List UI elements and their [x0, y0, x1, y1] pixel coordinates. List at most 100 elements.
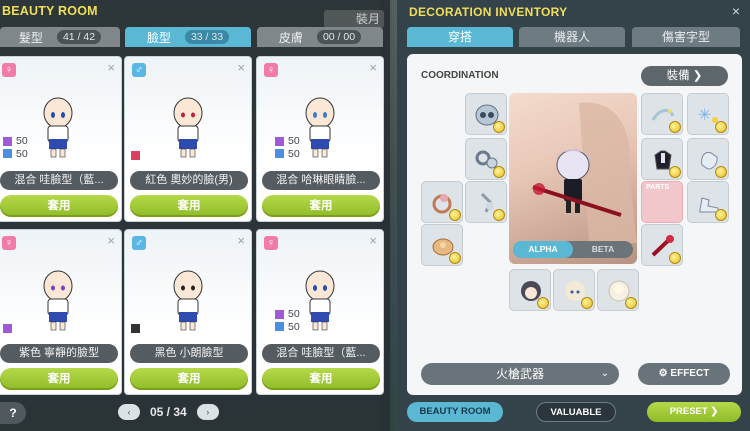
- female-icon: ♀: [2, 236, 16, 250]
- stat-values: 50 50: [275, 135, 300, 160]
- tab-outfit[interactable]: 穿搭: [407, 27, 513, 47]
- beta-option[interactable]: BETA: [573, 241, 633, 258]
- coin-icon: [537, 297, 549, 309]
- face-card[interactable]: ♀ × 50 50 混合 哈琳眼睛臉... 套用: [256, 56, 384, 222]
- slot-eye-accessory[interactable]: [465, 138, 507, 180]
- decoration-inventory-panel: DECORATION INVENTORY × 穿搭 機器人 傷害字型 COORD…: [397, 0, 750, 431]
- character-sprite: [173, 270, 203, 331]
- coin-icon: [625, 297, 637, 309]
- tab-label: 皮膚: [278, 30, 303, 45]
- coin-icon: [493, 121, 505, 133]
- slot-hair[interactable]: [509, 269, 551, 311]
- apply-button[interactable]: 套用: [130, 195, 248, 217]
- coordination-area: COORDINATION 裝備 ❯ ALPHA BETA ✳ PARTS 火槍武…: [407, 54, 742, 395]
- coin-icon: [449, 209, 461, 221]
- female-icon: ♀: [264, 63, 278, 77]
- tab-count: 33 / 33: [184, 30, 230, 44]
- female-icon: ♀: [2, 63, 16, 77]
- svg-text:✳: ✳: [698, 107, 711, 124]
- apply-button[interactable]: 套用: [130, 368, 248, 390]
- female-icon: ♀: [264, 236, 278, 250]
- color-chip: [3, 324, 12, 333]
- close-icon[interactable]: ×: [237, 233, 245, 248]
- alpha-option[interactable]: ALPHA: [513, 241, 573, 258]
- tab-label: 臉型: [146, 30, 171, 45]
- character-sprite: [305, 97, 335, 158]
- tab-skin[interactable]: 皮膚 00 / 00: [257, 27, 383, 47]
- coin-icon: [669, 121, 681, 133]
- tab-count: 00 / 00: [316, 30, 362, 44]
- panel-title: DECORATION INVENTORY: [409, 5, 568, 19]
- coin-icon: [669, 166, 681, 178]
- beauty-room-button[interactable]: BEAUTY ROOM: [407, 402, 503, 422]
- face-card[interactable]: ♀ × 50 50 混合 哇臉型（藍... 套用: [256, 229, 384, 395]
- coin-icon: [493, 166, 505, 178]
- valuable-button[interactable]: VALUABLE: [536, 402, 616, 422]
- equip-button[interactable]: 裝備 ❯: [641, 66, 728, 86]
- close-icon[interactable]: ×: [369, 60, 377, 75]
- coin-icon: [669, 252, 681, 264]
- coin-icon: [493, 209, 505, 221]
- slot-label: PARTS: [646, 184, 670, 191]
- apply-button[interactable]: 套用: [262, 368, 380, 390]
- close-icon[interactable]: ×: [732, 3, 740, 19]
- ghost-window-label: 裝月: [324, 10, 384, 28]
- page-indicator: 05 / 34: [150, 405, 187, 419]
- slot-skin[interactable]: [597, 269, 639, 311]
- beauty-room-panel: BEAUTY ROOM 裝月 髮型 41 / 42 臉型 33 / 33 皮膚 …: [0, 0, 390, 431]
- apply-button[interactable]: 套用: [0, 195, 118, 217]
- close-icon[interactable]: ×: [107, 233, 115, 248]
- slot-face-accessory[interactable]: [465, 93, 507, 135]
- weapon-type-dropdown[interactable]: 火槍武器 ⌄: [421, 363, 619, 385]
- slot-ring[interactable]: [421, 181, 463, 223]
- tab-damage-skin[interactable]: 傷害字型: [632, 27, 740, 47]
- character-preview: ALPHA BETA: [509, 93, 637, 264]
- prev-page-button[interactable]: ‹: [118, 404, 140, 420]
- slot-glove[interactable]: [687, 138, 729, 180]
- face-card[interactable]: ♂ × 紅色 奧妙的臉(男) 套用: [124, 56, 252, 222]
- slot-weapon[interactable]: [641, 224, 683, 266]
- male-icon: ♂: [132, 63, 146, 77]
- character-sprite: [532, 102, 637, 243]
- face-name: 黑色 小朗臉型: [130, 344, 248, 363]
- face-name: 紅色 奧妙的臉(男): [130, 171, 248, 190]
- slot-pendant[interactable]: [421, 224, 463, 266]
- character-sprite: [173, 97, 203, 158]
- face-card[interactable]: ♂ × 黑色 小朗臉型 套用: [124, 229, 252, 395]
- face-name: 紫色 寧靜的臉型: [0, 344, 118, 363]
- tab-android[interactable]: 機器人: [519, 27, 625, 47]
- stat-values: 50 50: [275, 308, 300, 333]
- apply-button[interactable]: 套用: [0, 368, 118, 390]
- face-card[interactable]: ♀ × 紫色 寧靜的臉型 套用: [0, 229, 122, 395]
- face-name: 混合 哇臉型（藍...: [0, 171, 118, 190]
- effect-button[interactable]: ⚙ EFFECT: [638, 363, 730, 385]
- alpha-beta-toggle[interactable]: ALPHA BETA: [513, 241, 633, 258]
- tab-label: 髮型: [18, 30, 43, 45]
- close-icon[interactable]: ×: [107, 60, 115, 75]
- face-card[interactable]: ♀ × 50 50 混合 哇臉型（藍... 套用: [0, 56, 122, 222]
- character-sprite: [43, 270, 73, 331]
- close-icon[interactable]: ×: [237, 60, 245, 75]
- tab-count: 41 / 42: [56, 30, 102, 44]
- next-page-button[interactable]: ›: [196, 404, 219, 420]
- tab-face[interactable]: 臉型 33 / 33: [125, 27, 251, 47]
- close-icon[interactable]: ×: [369, 233, 377, 248]
- slot-sparkle[interactable]: ✳: [687, 93, 729, 135]
- slot-top[interactable]: [641, 138, 683, 180]
- slot-hat-effect[interactable]: [641, 93, 683, 135]
- color-chip: [131, 324, 140, 333]
- slot-shoes[interactable]: [687, 181, 729, 223]
- face-name: 混合 哈琳眼睛臉...: [262, 171, 380, 190]
- pagination: ‹ 05 / 34 ›: [118, 404, 219, 420]
- coordination-label: COORDINATION: [421, 70, 499, 81]
- face-name: 混合 哇臉型（藍...: [262, 344, 380, 363]
- help-button[interactable]: ?: [0, 402, 26, 424]
- slot-earring[interactable]: [465, 181, 507, 223]
- tab-hair[interactable]: 髮型 41 / 42: [0, 27, 120, 47]
- stat-values: 50 50: [3, 135, 28, 160]
- apply-button[interactable]: 套用: [262, 195, 380, 217]
- preset-button[interactable]: PRESET ❯: [647, 402, 741, 422]
- slot-face[interactable]: [553, 269, 595, 311]
- slot-empty-parts[interactable]: PARTS: [641, 181, 683, 223]
- coin-icon: [581, 297, 593, 309]
